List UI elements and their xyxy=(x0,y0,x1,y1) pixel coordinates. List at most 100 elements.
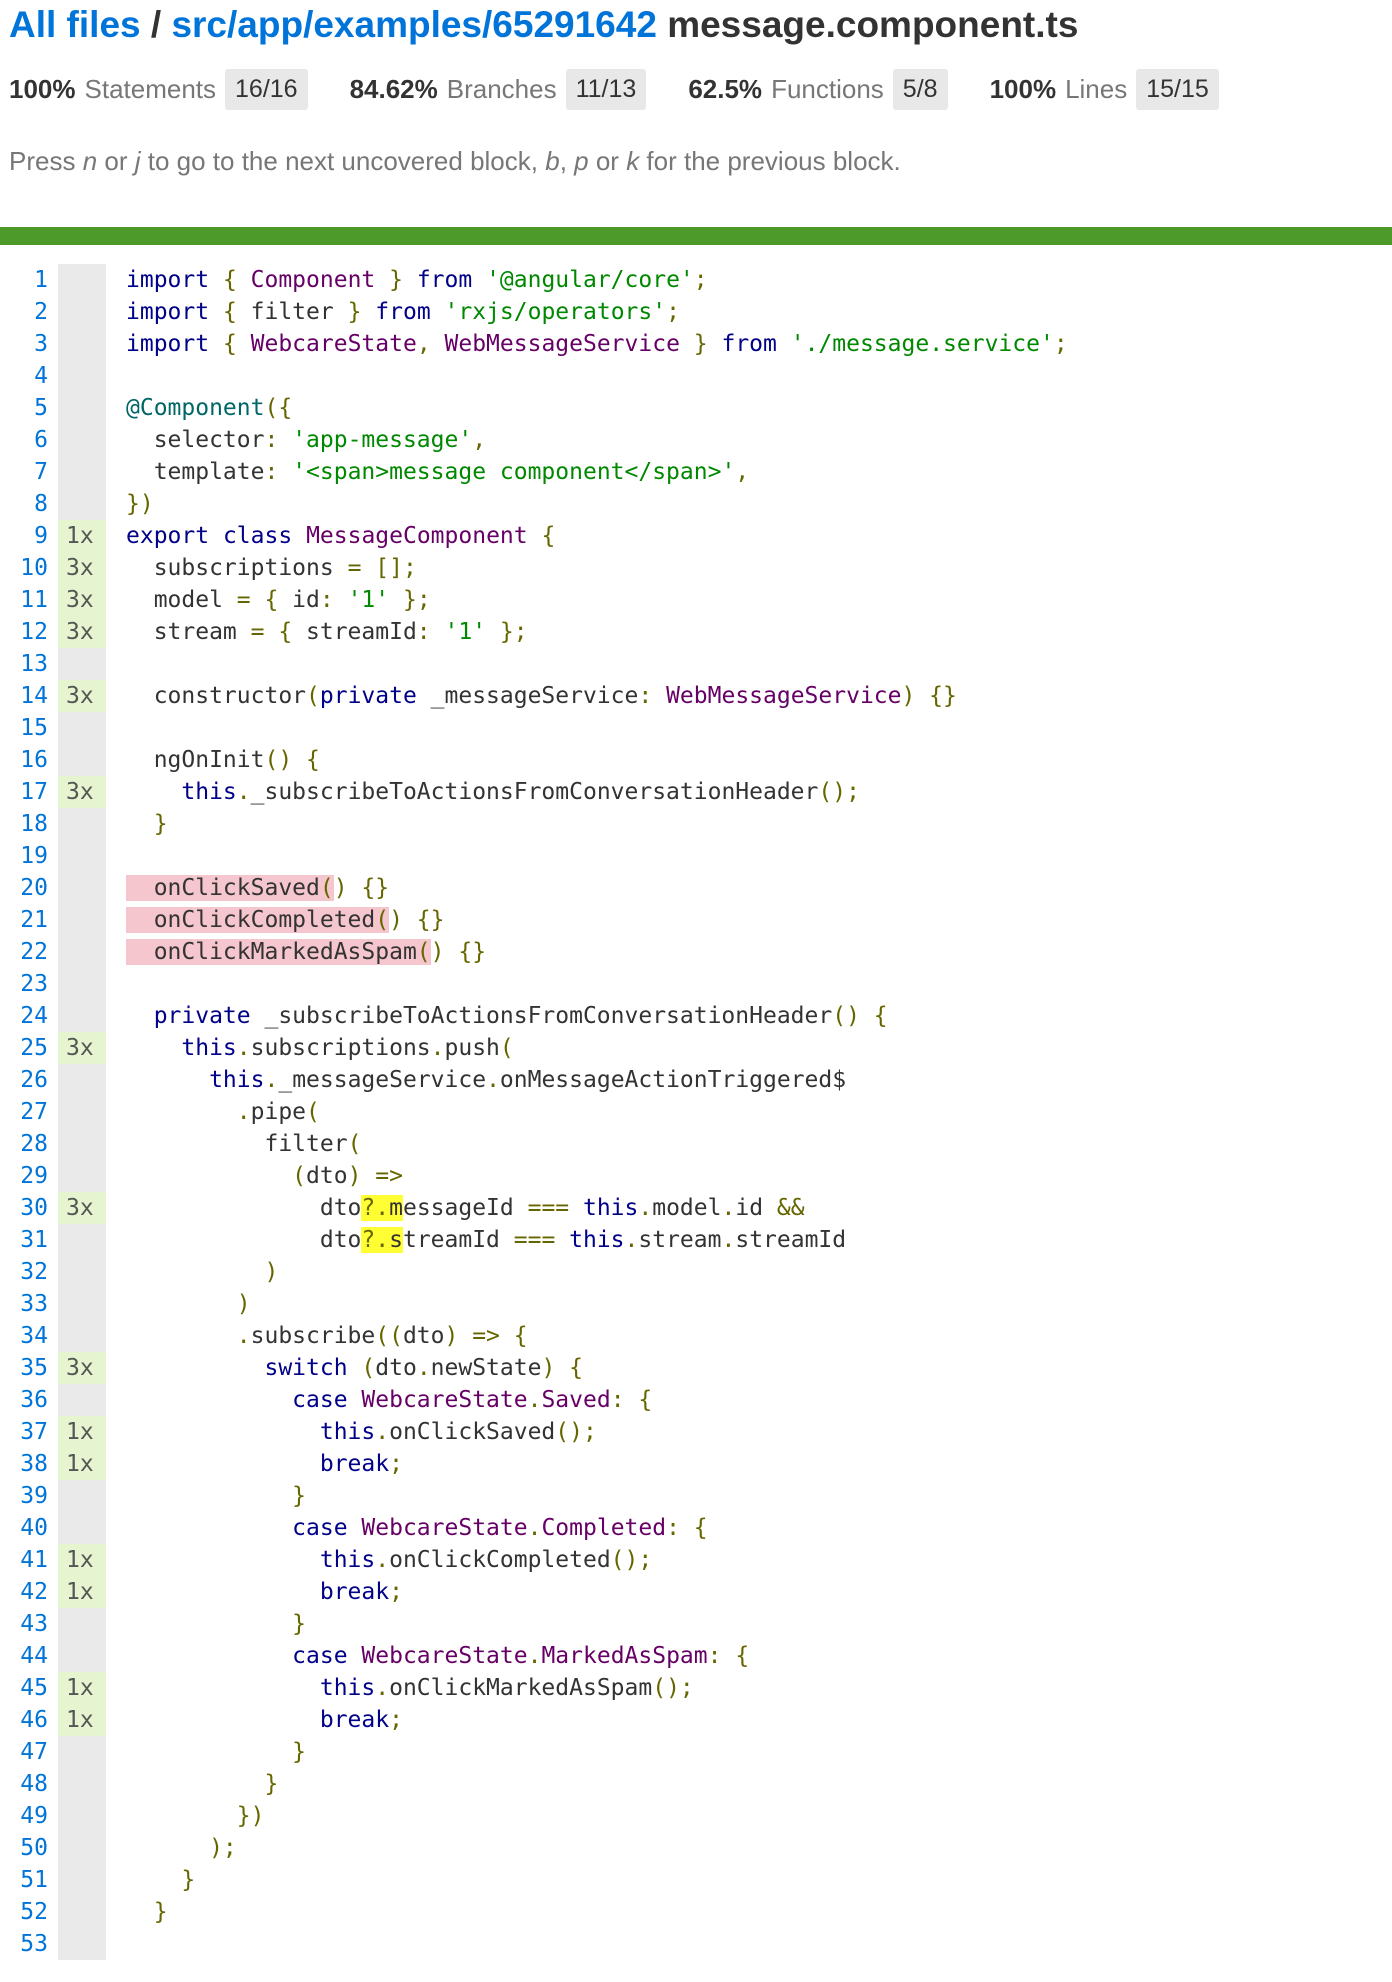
line-number[interactable]: 24 xyxy=(0,1000,58,1032)
code-token: } xyxy=(126,1899,168,1925)
code-token: filter xyxy=(250,299,334,325)
hit-count: 3x xyxy=(58,680,106,712)
code-token: : { xyxy=(707,1643,750,1669)
line-number[interactable]: 39 xyxy=(0,1480,58,1512)
line-number[interactable]: 50 xyxy=(0,1832,58,1864)
line-number[interactable]: 22 xyxy=(0,936,58,968)
line-number[interactable]: 29 xyxy=(0,1160,58,1192)
code-token: stream xyxy=(126,619,251,645)
code-token: @Component xyxy=(126,395,265,421)
line-number[interactable]: 14 xyxy=(0,680,58,712)
code-token: . xyxy=(527,1515,542,1541)
line-number[interactable]: 6 xyxy=(0,424,58,456)
code-token: }) xyxy=(126,1803,265,1829)
line-number[interactable]: 51 xyxy=(0,1864,58,1896)
line-number[interactable]: 37 xyxy=(0,1416,58,1448)
line-number[interactable]: 45 xyxy=(0,1672,58,1704)
line-number[interactable]: 42 xyxy=(0,1576,58,1608)
line-number[interactable]: 5 xyxy=(0,392,58,424)
code-token: }; xyxy=(486,619,528,645)
line-number[interactable]: 21 xyxy=(0,904,58,936)
source-code: export class MessageComponent { xyxy=(106,520,1392,552)
hit-count xyxy=(58,1768,106,1800)
source-code: template: '<span>message component</span… xyxy=(106,456,1392,488)
file-name: message.component.ts xyxy=(667,4,1079,45)
source-code: model = { id: '1' }; xyxy=(106,584,1392,616)
line-number[interactable]: 52 xyxy=(0,1896,58,1928)
line-number[interactable]: 1 xyxy=(0,264,58,296)
code-line: 47 } xyxy=(0,1736,1392,1768)
line-number[interactable]: 7 xyxy=(0,456,58,488)
line-number[interactable]: 27 xyxy=(0,1096,58,1128)
hit-count xyxy=(58,712,106,744)
line-number[interactable]: 30 xyxy=(0,1192,58,1224)
line-number[interactable]: 32 xyxy=(0,1256,58,1288)
line-number[interactable]: 53 xyxy=(0,1928,58,1960)
code-token: subscribe xyxy=(250,1323,376,1349)
coverage-status-bar xyxy=(0,227,1392,245)
line-number[interactable]: 33 xyxy=(0,1288,58,1320)
line-number[interactable]: 3 xyxy=(0,328,58,360)
all-files-link[interactable]: All files xyxy=(9,4,141,45)
line-number[interactable]: 19 xyxy=(0,840,58,872)
path-link[interactable]: src/app/examples/65291642 xyxy=(171,4,656,45)
line-number[interactable]: 11 xyxy=(0,584,58,616)
code-token: onClickMarkedAsSpam xyxy=(389,1675,653,1701)
code-token: ; xyxy=(389,1451,403,1477)
code-token: : xyxy=(638,683,667,709)
line-number[interactable]: 48 xyxy=(0,1768,58,1800)
line-number[interactable]: 2 xyxy=(0,296,58,328)
line-number[interactable]: 49 xyxy=(0,1800,58,1832)
line-number[interactable]: 35 xyxy=(0,1352,58,1384)
code-token: } xyxy=(126,1483,307,1509)
line-number[interactable]: 43 xyxy=(0,1608,58,1640)
hit-count: 1x xyxy=(58,1448,106,1480)
code-token: onMessageActionTriggered$ xyxy=(499,1067,847,1093)
line-number[interactable]: 28 xyxy=(0,1128,58,1160)
code-line: 41 1x this.onClickCompleted(); xyxy=(0,1544,1392,1576)
code-token: this xyxy=(126,1675,376,1701)
code-line: 42 1x break; xyxy=(0,1576,1392,1608)
line-number[interactable]: 13 xyxy=(0,648,58,680)
line-number[interactable]: 26 xyxy=(0,1064,58,1096)
code-line: 28 filter( xyxy=(0,1128,1392,1160)
code-token: onClickMarkedAsSpam xyxy=(126,939,417,965)
code-line: 43 } xyxy=(0,1608,1392,1640)
hit-count xyxy=(58,328,106,360)
line-number[interactable]: 16 xyxy=(0,744,58,776)
line-number[interactable]: 20 xyxy=(0,872,58,904)
line-number[interactable]: 23 xyxy=(0,968,58,1000)
hit-count xyxy=(58,360,106,392)
line-number[interactable]: 9 xyxy=(0,520,58,552)
line-number[interactable]: 46 xyxy=(0,1704,58,1736)
code-token: stream xyxy=(638,1227,722,1253)
hit-count xyxy=(58,1224,106,1256)
code-token: } xyxy=(333,299,376,325)
line-number[interactable]: 15 xyxy=(0,712,58,744)
line-number[interactable]: 12 xyxy=(0,616,58,648)
code-token: ?. xyxy=(361,1227,390,1253)
source-code: this._messageService.onMessageActionTrig… xyxy=(106,1064,1392,1096)
line-number[interactable]: 10 xyxy=(0,552,58,584)
line-number[interactable]: 31 xyxy=(0,1224,58,1256)
line-number[interactable]: 4 xyxy=(0,360,58,392)
code-token: 'rxjs/operators' xyxy=(444,299,667,325)
code-token: model xyxy=(126,587,237,613)
line-number[interactable]: 36 xyxy=(0,1384,58,1416)
source-code: ngOnInit() { xyxy=(106,744,1392,776)
line-number[interactable]: 47 xyxy=(0,1736,58,1768)
line-number[interactable]: 34 xyxy=(0,1320,58,1352)
line-number[interactable]: 25 xyxy=(0,1032,58,1064)
code-token: class xyxy=(222,523,293,549)
code-token: } xyxy=(126,1771,279,1797)
code-line: 11 3x model = { id: '1' }; xyxy=(0,584,1392,616)
line-number[interactable]: 41 xyxy=(0,1544,58,1576)
line-number[interactable]: 38 xyxy=(0,1448,58,1480)
line-number[interactable]: 44 xyxy=(0,1640,58,1672)
line-number[interactable]: 8 xyxy=(0,488,58,520)
line-number[interactable]: 17 xyxy=(0,776,58,808)
line-number[interactable]: 40 xyxy=(0,1512,58,1544)
line-number[interactable]: 18 xyxy=(0,808,58,840)
